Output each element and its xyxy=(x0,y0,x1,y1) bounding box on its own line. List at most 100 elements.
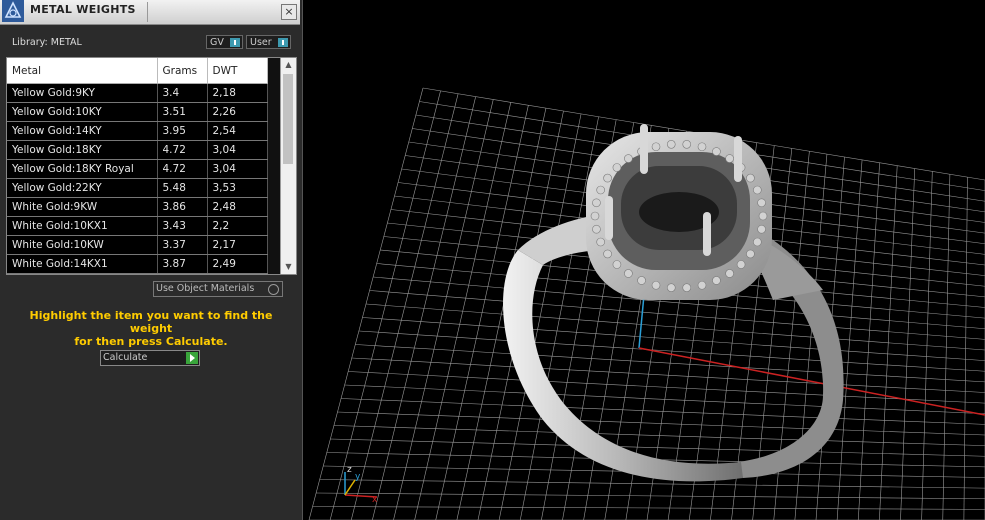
grams-cell: 3.95 xyxy=(157,121,208,141)
axis-gizmo: z y x xyxy=(344,465,378,505)
grams-cell: 3.43 xyxy=(157,216,208,236)
halo-bead xyxy=(612,260,622,269)
table-row[interactable]: Yellow Gold:9KY 3.4 2,18 xyxy=(7,83,268,103)
halo-bead xyxy=(666,140,676,149)
instruction-line-1: Highlight the item you want to find the … xyxy=(29,309,273,335)
column-header-grams[interactable]: Grams xyxy=(157,58,208,84)
grams-cell: 4.72 xyxy=(157,140,208,160)
halo-bead xyxy=(753,185,762,195)
ring-model[interactable] xyxy=(503,124,844,482)
gv-toggle[interactable]: GV xyxy=(206,35,243,49)
halo-bead xyxy=(612,163,622,172)
table-row[interactable]: Yellow Gold:18KY 4.72 3,04 xyxy=(7,140,268,160)
halo-bead xyxy=(651,280,661,290)
panel-titlebar: METAL WEIGHTS × xyxy=(0,0,300,25)
table-row[interactable]: Yellow Gold:14KY 3.95 2,54 xyxy=(7,121,268,141)
grid-line xyxy=(900,168,916,520)
scroll-down-icon[interactable]: ▼ xyxy=(281,260,296,274)
user-toggle[interactable]: User xyxy=(246,35,291,49)
radio-icon[interactable] xyxy=(268,284,279,295)
grid-line xyxy=(879,165,898,520)
table-row[interactable]: White Gold:10KX1 3.43 2,2 xyxy=(7,216,268,236)
metal-cell: Yellow Gold:18KY xyxy=(7,140,158,160)
grid-line xyxy=(333,425,985,446)
grams-cell: 4.72 xyxy=(157,159,208,179)
table-scrollbar[interactable]: ▲ ▼ xyxy=(280,58,296,274)
use-object-materials-label: Use Object Materials xyxy=(156,283,255,294)
halo-bead xyxy=(596,185,605,195)
halo-bead xyxy=(682,283,692,292)
dwt-cell: 3,04 xyxy=(207,159,268,179)
halo-bead xyxy=(753,237,762,247)
metal-cell: Yellow Gold:22KY xyxy=(7,178,158,198)
play-icon xyxy=(186,352,198,364)
halo-bead xyxy=(603,249,612,259)
halo-bead xyxy=(603,173,612,183)
gizmo-y-line xyxy=(344,479,356,496)
app-logo-icon xyxy=(2,0,24,22)
grams-cell: 3.4 xyxy=(157,83,208,103)
metal-cell: White Gold:14KX1 xyxy=(7,254,158,274)
halo-bead xyxy=(758,211,768,221)
table-header: Metal Grams DWT xyxy=(7,58,268,84)
scroll-up-icon[interactable]: ▲ xyxy=(281,58,296,72)
metal-cell: White Gold:9KW xyxy=(7,197,158,217)
halo-bead xyxy=(757,224,766,234)
use-object-materials-option[interactable]: Use Object Materials xyxy=(153,281,283,297)
dwt-cell: 2,17 xyxy=(207,235,268,255)
table-row[interactable]: Yellow Gold:18KY Royal 4.72 3,04 xyxy=(7,159,268,179)
title-separator xyxy=(147,2,148,22)
grams-cell: 3.37 xyxy=(157,235,208,255)
metal-cell: Yellow Gold:14KY xyxy=(7,121,158,141)
instruction-line-2: for then press Calculate. xyxy=(74,335,228,348)
column-header-dwt[interactable]: DWT xyxy=(207,58,268,84)
metal-cell: Yellow Gold:9KY xyxy=(7,83,158,103)
halo-bead xyxy=(637,276,646,285)
halo-bead xyxy=(736,260,746,269)
grams-cell: 4.41 xyxy=(157,273,208,274)
dwt-cell: 2,84 xyxy=(207,273,268,274)
grid-line xyxy=(358,330,985,372)
scroll-thumb[interactable] xyxy=(283,74,293,164)
gv-label: GV xyxy=(210,37,224,48)
dwt-cell: 2,49 xyxy=(207,254,268,274)
halo-bead xyxy=(682,140,692,149)
table-row[interactable]: White Gold:10KW 3.37 2,17 xyxy=(7,235,268,255)
halo-bead xyxy=(746,249,755,259)
dwt-cell: 2,54 xyxy=(207,121,268,141)
halo-bead xyxy=(624,269,633,278)
table-row[interactable]: Yellow Gold:10KY 3.51 2,26 xyxy=(7,102,268,122)
user-switch-icon xyxy=(278,38,288,47)
metal-weights-panel: METAL WEIGHTS × Library: METAL GV User M… xyxy=(0,0,303,520)
halo-bead xyxy=(746,173,755,183)
prong-3 xyxy=(605,196,613,240)
table-row[interactable]: Yellow Gold:22KY 5.48 3,53 xyxy=(7,178,268,198)
dwt-cell: 2,26 xyxy=(207,102,268,122)
halo-bead xyxy=(666,283,676,292)
close-button[interactable]: × xyxy=(281,4,297,20)
halo-bead xyxy=(725,154,734,163)
grams-cell: 3.86 xyxy=(157,197,208,217)
halo-bead xyxy=(697,280,707,290)
dwt-cell: 2,18 xyxy=(207,83,268,103)
dwt-cell: 2,48 xyxy=(207,197,268,217)
prong-2 xyxy=(734,136,742,182)
3d-viewport[interactable]: z y x xyxy=(303,0,985,520)
table-row[interactable]: White Gold:14KX1 3.87 2,49 xyxy=(7,254,268,274)
gizmo-y-label: y xyxy=(355,472,361,482)
calculate-button[interactable]: Calculate xyxy=(100,350,200,366)
grid-line xyxy=(319,479,985,489)
grid-line xyxy=(337,411,985,436)
table-row[interactable]: White Gold:9KW 3.86 2,48 xyxy=(7,197,268,217)
halo-bead xyxy=(697,142,707,152)
instruction-text: Highlight the item you want to find the … xyxy=(10,309,292,348)
halo-bead xyxy=(592,224,601,234)
grams-cell: 3.51 xyxy=(157,102,208,122)
halo-bead xyxy=(596,237,605,247)
prong-1 xyxy=(640,124,648,174)
column-header-metal[interactable]: Metal xyxy=(7,58,158,84)
metal-table[interactable]: Metal Grams DWT Yellow Gold:9KY 3.4 2,18 Ye… xyxy=(6,57,297,275)
table-row[interactable]: White Gold:14K PdW4.412,84 xyxy=(7,273,268,274)
halo-bead xyxy=(725,269,734,278)
metal-cell: Yellow Gold:10KY xyxy=(7,102,158,122)
